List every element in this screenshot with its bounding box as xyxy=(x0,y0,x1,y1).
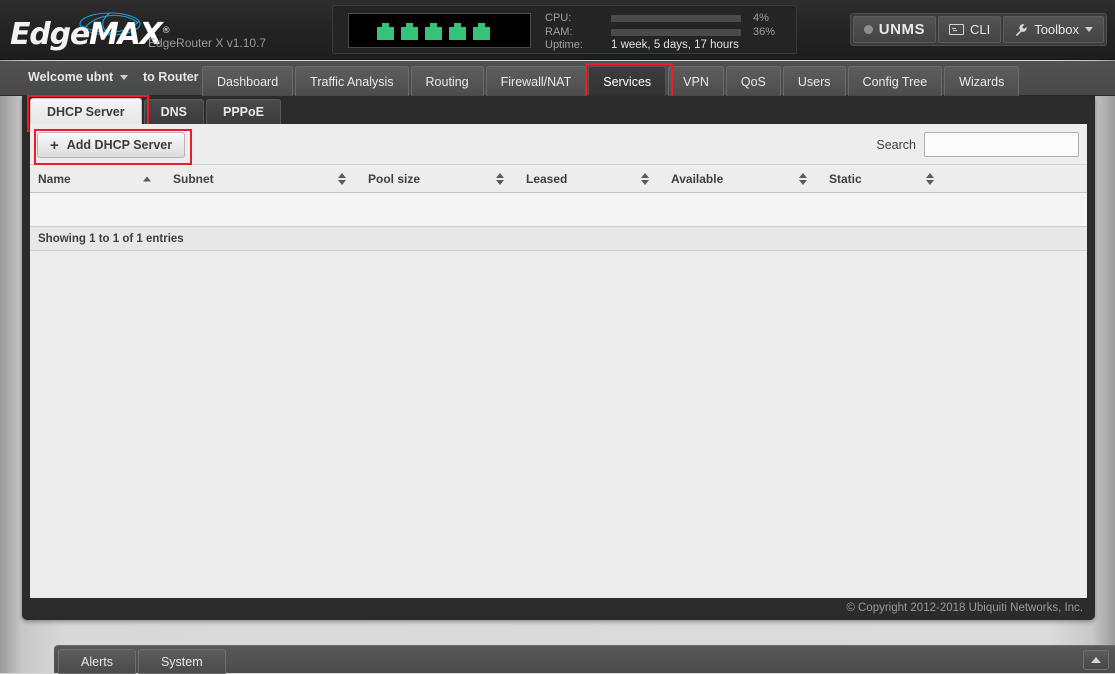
brand-wordmark: EdgeMAX® xyxy=(10,17,171,52)
uptime-value: 1 week, 5 days, 17 hours xyxy=(611,39,739,51)
bottom-bar-buttons: Alerts System xyxy=(58,649,226,674)
chevron-down-icon xyxy=(120,74,129,80)
ethernet-port-icon-1 xyxy=(377,23,394,40)
nav-tab-vpn[interactable]: VPN xyxy=(668,66,724,96)
content-frame: DHCP Server DNS PPPoE + Add DHCP Server … xyxy=(22,95,1095,620)
column-header-static[interactable]: Static xyxy=(821,164,1087,193)
uptime-label: Uptime: xyxy=(545,39,583,51)
column-label-static: Static xyxy=(829,171,862,186)
sort-indicator xyxy=(338,172,346,185)
unms-label: UNMS xyxy=(878,21,925,38)
sort-indicator xyxy=(799,172,807,185)
column-label-available: Available xyxy=(671,171,724,186)
cli-label: CLI xyxy=(969,22,991,37)
bottom-status-bar: Alerts System xyxy=(54,645,1115,674)
unms-button[interactable]: UNMS xyxy=(852,16,936,43)
brand-registered: ® xyxy=(161,26,171,36)
sort-indicator xyxy=(641,172,649,185)
nav-tab-services[interactable]: Services xyxy=(585,63,674,104)
column-label-leased: Leased xyxy=(526,171,568,186)
table-header: Name Subnet Pool size Leased Available S… xyxy=(30,164,1087,193)
header-actions-group: UNMS CLI Toolbox xyxy=(849,13,1107,46)
nav-tab-users[interactable]: Users xyxy=(782,66,846,96)
device-status-panel: CPU: 4% RAM: 36% Uptime: 1 week, 5 days,… xyxy=(332,5,797,54)
table-info-text: Showing 1 to 1 of 1 entries xyxy=(30,227,1087,251)
cpu-meter xyxy=(611,15,741,22)
device-model-label: EdgeRouter X v1.10.7 xyxy=(148,36,267,50)
column-label-subnet: Subnet xyxy=(173,171,214,186)
wrench-icon xyxy=(1015,23,1027,36)
column-label-name: Name xyxy=(38,171,71,186)
nav-tab-dashboard[interactable]: Dashboard xyxy=(202,66,294,96)
column-label-pool-size: Pool size xyxy=(368,171,421,186)
column-header-available[interactable]: Available xyxy=(663,164,821,193)
column-header-subnet[interactable]: Subnet xyxy=(165,164,360,193)
ram-label: RAM: xyxy=(545,25,573,38)
copyright-text: © Copyright 2012-2018 Ubiquiti Networks,… xyxy=(846,602,1083,614)
uptime-stat-row: Uptime: 1 week, 5 days, 17 hours xyxy=(545,39,790,52)
nav-tab-firewall-nat[interactable]: Firewall/NAT xyxy=(485,66,587,96)
column-header-pool-size[interactable]: Pool size xyxy=(360,164,518,193)
table-body xyxy=(30,192,1087,227)
nav-tab-wizards[interactable]: Wizards xyxy=(944,66,1020,96)
column-header-name[interactable]: Name xyxy=(30,164,165,193)
welcome-user-label: Welcome ubnt xyxy=(28,70,114,84)
ethernet-port-icon-3 xyxy=(425,23,442,40)
dhcp-server-panel: + Add DHCP Server Search Name Subnet Poo… xyxy=(30,124,1087,598)
add-dhcp-server-label: Add DHCP Server xyxy=(66,138,173,152)
ethernet-port-icon-2 xyxy=(401,23,418,40)
sort-indicator xyxy=(926,172,934,185)
scroll-to-top-button[interactable] xyxy=(1083,650,1109,670)
welcome-user-menu[interactable]: Welcome ubnt xyxy=(28,70,129,84)
search-label: Search xyxy=(876,137,916,152)
table-row[interactable] xyxy=(30,192,1087,227)
ram-meter xyxy=(611,28,741,36)
main-navigation-bar: Welcome ubnt to Router Dashboard Traffic… xyxy=(0,61,1115,104)
dhcp-server-table: Name Subnet Pool size Leased Available S… xyxy=(30,164,1087,227)
system-stats: CPU: 4% RAM: 36% Uptime: 1 week, 5 days,… xyxy=(545,12,790,53)
terminal-icon xyxy=(948,24,964,35)
toolbox-label: Toolbox xyxy=(1034,22,1079,37)
ram-stat-row: RAM: 36% xyxy=(545,26,790,39)
column-header-leased[interactable]: Leased xyxy=(518,164,663,193)
table-header-row: Name Subnet Pool size Leased Available S… xyxy=(30,164,1087,193)
nav-tab-qos[interactable]: QoS xyxy=(725,66,781,96)
sub-tab-pppoe[interactable]: PPPoE xyxy=(206,99,281,124)
search-input[interactable] xyxy=(924,132,1079,157)
alerts-button[interactable]: Alerts xyxy=(58,649,136,674)
sort-indicator-asc xyxy=(143,176,151,181)
ethernet-port-icon-5 xyxy=(473,23,490,40)
cli-button[interactable]: CLI xyxy=(937,16,1002,43)
chevron-down-icon xyxy=(1085,27,1093,32)
ethernet-port-icon-4 xyxy=(449,23,466,40)
unms-status-dot-icon xyxy=(863,25,873,34)
nav-tab-routing[interactable]: Routing xyxy=(410,66,484,96)
chevron-up-icon xyxy=(1091,657,1101,663)
to-router-label: to Router xyxy=(143,70,199,84)
system-button[interactable]: System xyxy=(137,649,226,674)
nav-tab-config-tree[interactable]: Config Tree xyxy=(847,66,943,96)
sub-tab-list: DHCP Server DNS PPPoE xyxy=(22,95,1095,132)
toolbox-button[interactable]: Toolbox xyxy=(1003,16,1104,43)
nav-tab-traffic-analysis[interactable]: Traffic Analysis xyxy=(295,66,409,96)
sort-indicator xyxy=(496,172,504,185)
panel-toolbar: + Add DHCP Server Search xyxy=(30,124,1087,165)
ethernet-ports-display xyxy=(348,13,531,48)
cpu-label: CPU: xyxy=(545,12,572,24)
ram-value: 36% xyxy=(753,25,776,38)
sub-tab-dns[interactable]: DNS xyxy=(143,99,204,124)
cpu-value: 4% xyxy=(753,12,769,24)
top-header-bar: EdgeMAX® EdgeRouter X v1.10.7 CPU: 4% RA… xyxy=(0,0,1115,60)
plus-icon: + xyxy=(50,136,59,154)
search-area: Search xyxy=(876,132,1079,157)
add-dhcp-server-button[interactable]: + Add DHCP Server xyxy=(33,129,193,165)
brand-edge: Edge xyxy=(10,17,90,52)
nav-tab-list: Dashboard Traffic Analysis Routing Firew… xyxy=(202,63,1020,104)
cpu-stat-row: CPU: 4% xyxy=(545,12,790,25)
edgemax-logo: EdgeMAX® xyxy=(8,8,171,53)
sub-tab-dhcp-server[interactable]: DHCP Server xyxy=(27,95,149,132)
